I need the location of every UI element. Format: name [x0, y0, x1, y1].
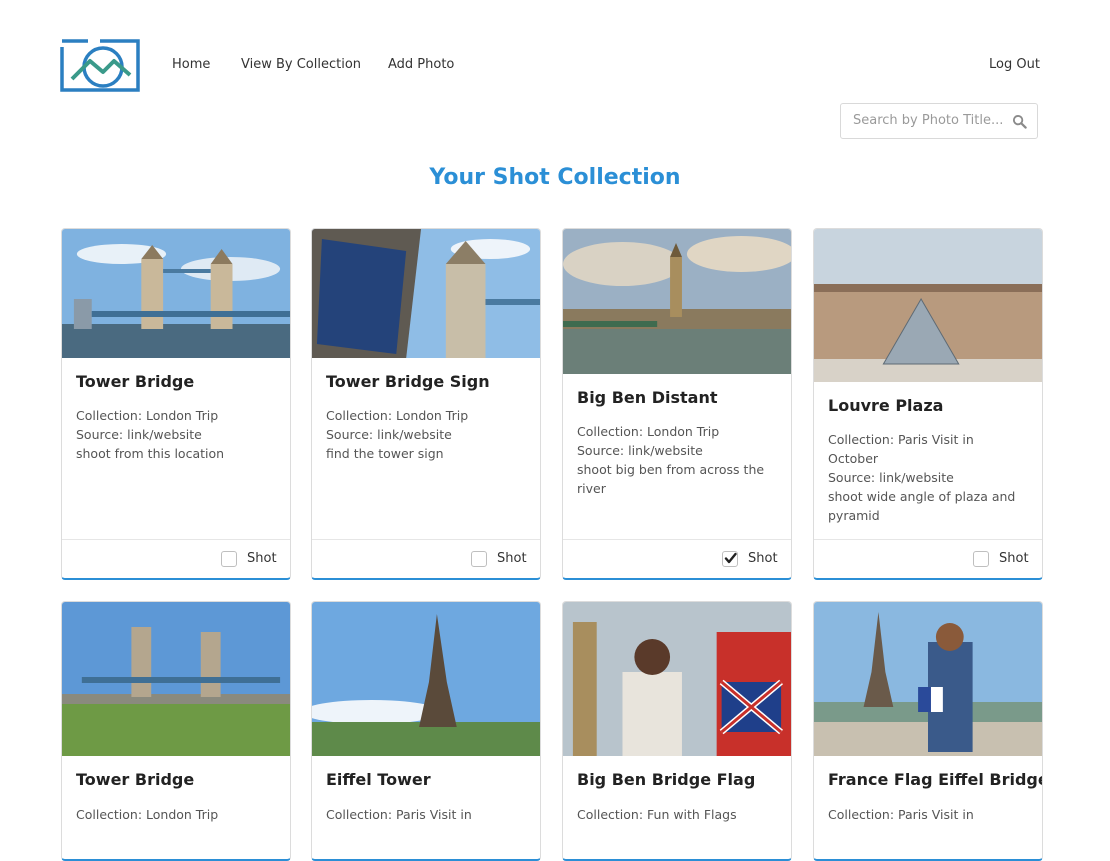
card-details: Collection: London Trip Source: link/web…: [577, 422, 782, 498]
logo-icon[interactable]: [60, 39, 140, 92]
photo-card: France Flag Eiffel Bridge Collection: Pa…: [813, 601, 1043, 861]
shot-label: Shot: [748, 551, 778, 566]
shot-checkbox[interactable]: [973, 551, 989, 567]
card-note-cont: pyramid: [828, 508, 880, 523]
photo-card: Eiffel Tower Collection: Paris Visit in: [311, 601, 541, 861]
card-title: Tower Bridge Sign: [326, 372, 490, 391]
nav-home[interactable]: Home: [172, 57, 210, 72]
search-input[interactable]: [853, 113, 1009, 128]
card-collection: Collection: London Trip: [577, 424, 720, 439]
card-note: find the tower sign: [326, 446, 444, 461]
card-title: Tower Bridge: [76, 770, 195, 789]
card-note: shoot big ben from across the: [577, 462, 765, 477]
card-title: Big Ben Bridge Flag: [577, 770, 756, 789]
shot-label: Shot: [247, 551, 277, 566]
photo-image[interactable]: [62, 229, 290, 358]
card-collection: Collection: London Trip: [76, 408, 219, 423]
photo-image[interactable]: [563, 602, 791, 756]
shot-checkbox[interactable]: [471, 551, 487, 567]
photo-card: Tower Bridge Sign Collection: London Tri…: [311, 228, 541, 580]
photo-image[interactable]: [312, 229, 540, 358]
card-details: Collection: Paris Visit in: [326, 805, 531, 824]
photo-image[interactable]: [563, 229, 791, 374]
shot-label: Shot: [497, 551, 527, 566]
card-details: Collection: Paris Visit in: [828, 805, 1033, 824]
card-details: Collection: Paris Visit in October Sourc…: [828, 430, 1033, 525]
search-box: [840, 103, 1038, 139]
photo-card: Tower Bridge Collection: London Trip: [61, 601, 291, 861]
shot-checkbox[interactable]: [722, 551, 738, 567]
card-details: Collection: London Trip: [76, 805, 281, 824]
card-source: Source: link/website: [76, 427, 202, 442]
card-note-cont: river: [577, 481, 606, 496]
card-note: shoot from this location: [76, 446, 225, 461]
card-title: France Flag Eiffel Bridge: [828, 770, 1043, 789]
card-source: Source: link/website: [577, 443, 703, 458]
check-icon: [724, 552, 737, 564]
card-collection-cont: October: [828, 451, 879, 466]
card-title: Big Ben Distant: [577, 388, 718, 407]
photo-card: Tower Bridge Collection: London Trip Sou…: [61, 228, 291, 580]
photo-image[interactable]: [312, 602, 540, 756]
card-title: Louvre Plaza: [828, 396, 944, 415]
card-collection: Collection: Paris Visit in: [326, 807, 472, 822]
card-footer: Shot: [62, 539, 290, 578]
photo-image[interactable]: [814, 602, 1042, 756]
card-collection: Collection: Paris Visit in: [828, 432, 974, 447]
card-footer: Shot: [312, 539, 540, 578]
card-collection: Collection: London Trip: [76, 807, 219, 822]
card-details: Collection: Fun with Flags: [577, 805, 782, 824]
card-source: Source: link/website: [828, 470, 954, 485]
page-title: Your Shot Collection: [429, 165, 681, 190]
search-icon[interactable]: [1012, 114, 1027, 129]
card-source: Source: link/website: [326, 427, 452, 442]
card-title: Tower Bridge: [76, 372, 195, 391]
card-note: shoot wide angle of plaza and: [828, 489, 1016, 504]
card-title: Eiffel Tower: [326, 770, 431, 789]
card-collection: Collection: Fun with Flags: [577, 807, 737, 822]
nav-add-photo[interactable]: Add Photo: [388, 57, 454, 72]
photo-image[interactable]: [814, 229, 1042, 382]
shot-checkbox[interactable]: [221, 551, 237, 567]
logout-link[interactable]: Log Out: [989, 57, 1040, 72]
card-footer: Shot: [814, 539, 1042, 578]
shot-label: Shot: [999, 551, 1029, 566]
photo-card: Louvre Plaza Collection: Paris Visit in …: [813, 228, 1043, 580]
photo-image[interactable]: [62, 602, 290, 756]
card-details: Collection: London Trip Source: link/web…: [76, 406, 281, 463]
card-collection: Collection: London Trip: [326, 408, 469, 423]
card-details: Collection: London Trip Source: link/web…: [326, 406, 531, 463]
photo-card: Big Ben Distant Collection: London Trip …: [562, 228, 792, 580]
photo-card: Big Ben Bridge Flag Collection: Fun with…: [562, 601, 792, 861]
card-footer: Shot: [563, 539, 791, 578]
nav-view-by-collection[interactable]: View By Collection: [241, 57, 361, 72]
card-collection: Collection: Paris Visit in: [828, 807, 974, 822]
